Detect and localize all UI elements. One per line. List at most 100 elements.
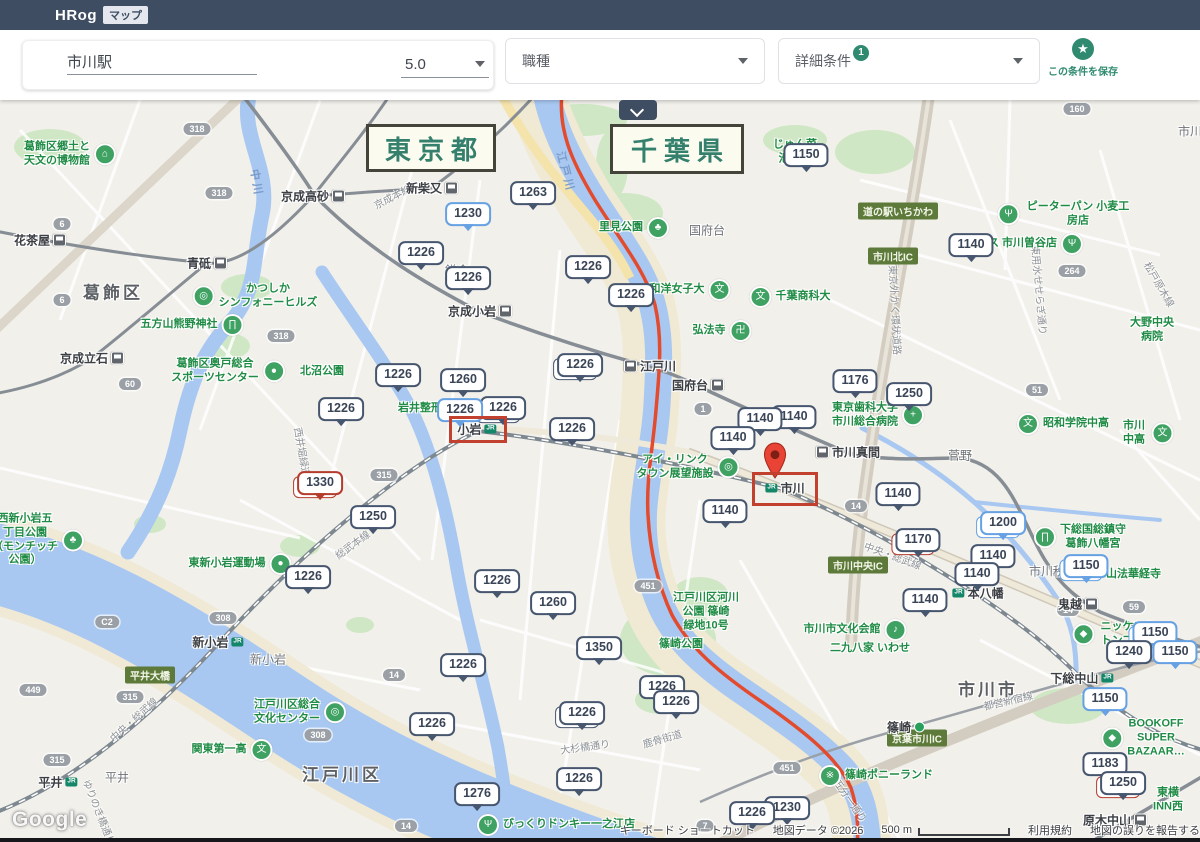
report-error-link[interactable]: 地図の誤りを報告する xyxy=(1090,822,1200,838)
poi-label: 文和洋女子大 xyxy=(650,279,731,301)
wage-marker[interactable]: 1226 xyxy=(285,565,331,589)
wage-marker[interactable]: 1140 xyxy=(702,499,747,523)
wage-marker[interactable]: 1226 xyxy=(445,266,491,290)
wage-marker[interactable]: 1226 xyxy=(653,690,699,714)
music-icon: ♪ xyxy=(885,619,907,641)
job-type-select[interactable]: 職種 xyxy=(505,38,765,84)
poi-name: ピーターパン 小麦工房店 xyxy=(1024,200,1133,228)
wage-marker[interactable]: 1260 xyxy=(530,591,576,615)
wage-marker[interactable]: 1140 xyxy=(902,588,947,612)
bottom-edge-strip xyxy=(0,838,1200,842)
mall-icon: ◆ xyxy=(1101,727,1123,749)
wage-marker[interactable]: 1150 xyxy=(1082,687,1127,711)
map-overlay: 1150126312301140122612261226122612261226… xyxy=(0,100,1200,842)
wage-marker[interactable]: 1226 xyxy=(549,417,595,441)
wage-marker[interactable]: 1250 xyxy=(350,505,396,529)
wage-marker[interactable]: 1226 xyxy=(556,767,602,791)
train-station-icon xyxy=(214,257,227,270)
wage-marker[interactable]: 1226 xyxy=(409,712,455,736)
wage-marker[interactable]: 1263 xyxy=(510,181,556,205)
poi-name: びっくりドンキー一之江店 xyxy=(503,818,635,832)
station-dot-icon xyxy=(914,722,925,733)
area-label: 平井 xyxy=(105,769,129,786)
brand-map-badge: マップ xyxy=(103,6,148,24)
wage-marker[interactable]: 1226 xyxy=(318,397,364,421)
wage-marker[interactable]: 1170 xyxy=(895,528,940,552)
rail-line-label: 松戸原木線 xyxy=(1141,259,1179,310)
station-label: 江戸川 xyxy=(624,358,676,375)
wage-marker[interactable]: 1226 xyxy=(474,569,520,593)
wage-marker[interactable]: 1226 xyxy=(557,353,603,377)
viewpoint-icon: ◎ xyxy=(718,456,740,478)
station-search-input[interactable] xyxy=(67,51,257,75)
route-shield: 318 xyxy=(205,187,232,199)
poi-name: 二九八家 いわせ xyxy=(830,642,910,656)
wage-marker[interactable]: 1230 xyxy=(445,202,491,226)
train-station-icon xyxy=(816,446,829,459)
wage-marker[interactable]: 1260 xyxy=(440,368,486,392)
area-label: 市川 xyxy=(1178,123,1200,140)
wage-marker[interactable]: 1150 xyxy=(1063,554,1108,578)
collapse-filters-button[interactable] xyxy=(619,100,657,120)
river-name-label: 中川 xyxy=(247,168,268,198)
station-label: 鬼越 xyxy=(1058,596,1098,613)
wage-marker[interactable]: 1226 xyxy=(565,255,611,279)
route-shield: 451 xyxy=(773,762,800,774)
restaurant-icon: Ψ xyxy=(1061,233,1083,255)
radius-select[interactable]: 5.0 xyxy=(401,51,489,78)
train-station-icon xyxy=(332,190,345,203)
station-name: 花茶屋 xyxy=(14,232,50,249)
wage-marker[interactable]: 1276 xyxy=(454,782,500,806)
poi-label: ◎かつしか シンフォニーヒルズ xyxy=(193,282,318,310)
station-label: 国府台 xyxy=(672,377,724,394)
wage-marker[interactable]: 1250 xyxy=(1100,771,1146,795)
route-shield: 160 xyxy=(1063,103,1090,115)
wage-marker[interactable]: 1150 xyxy=(783,143,828,167)
poi-name: 関東第一高 xyxy=(192,743,247,757)
wage-marker[interactable]: 1330 xyxy=(297,471,343,495)
star-icon: ★ xyxy=(1072,38,1094,60)
wage-marker[interactable]: 1150 xyxy=(1152,640,1197,664)
route-shield: 308 xyxy=(209,612,236,624)
map-canvas[interactable]: 1150126312301140122612261226122612261226… xyxy=(0,100,1200,842)
poi-label: ∏五方山熊野神社 xyxy=(141,314,244,336)
wage-marker[interactable]: 1140 xyxy=(875,482,920,506)
wage-marker[interactable]: 1140 xyxy=(954,562,999,586)
wage-marker[interactable]: 1176 xyxy=(832,369,877,393)
restaurant-icon: Ψ xyxy=(998,203,1020,225)
station-label: 市川真間 xyxy=(816,444,880,461)
wage-marker[interactable]: 1350 xyxy=(576,636,622,660)
poi-label: 岩井整形 xyxy=(398,402,442,416)
school-icon: 文 xyxy=(750,286,772,308)
station-name: 青砥 xyxy=(187,255,211,272)
park-icon: ♣ xyxy=(62,529,84,551)
poi-name: 市川市文化会館 xyxy=(804,623,881,637)
poi-label: ⌂葛飾区郷土と 天文の博物館 xyxy=(24,140,116,168)
poi-name: 岩井整形 xyxy=(398,402,442,416)
highlight-annotation-box xyxy=(449,416,507,443)
wage-marker[interactable]: 1226 xyxy=(608,283,654,307)
keyboard-shortcuts-link[interactable]: キーボード ショートカット xyxy=(620,822,755,838)
poi-name: 市川中高 xyxy=(1121,419,1148,447)
poi-label: 文昭和学院中高 xyxy=(1017,413,1109,435)
wage-marker[interactable]: 1140 xyxy=(948,233,993,257)
station-name: 京成立石 xyxy=(60,350,108,367)
station-label: 下総中山JR xyxy=(1050,670,1113,687)
route-shield: 451 xyxy=(634,580,661,592)
wage-marker[interactable]: 1226 xyxy=(398,241,444,265)
advanced-conditions-select[interactable]: 詳細条件1 xyxy=(778,38,1040,84)
poi-label: ●葛飾区奥戸総合 スポーツセンター xyxy=(171,357,285,385)
save-conditions-button[interactable]: ★ この条件を保存 xyxy=(1048,38,1118,78)
terms-link[interactable]: 利用規約 xyxy=(1028,822,1072,838)
wage-marker[interactable]: 1140 xyxy=(710,426,755,450)
wage-marker[interactable]: 1240 xyxy=(1106,640,1152,664)
wage-marker[interactable]: 1226 xyxy=(440,653,486,677)
poi-label: 篠崎公園 xyxy=(659,638,703,652)
wage-marker[interactable]: 1250 xyxy=(886,382,932,406)
station-label: 篠崎 xyxy=(887,719,925,736)
culture-icon: ◎ xyxy=(324,701,346,723)
poi-label: ♪ 市川市文化会館 xyxy=(804,619,907,641)
wage-marker[interactable]: 1226 xyxy=(559,701,605,725)
wage-marker[interactable]: 1226 xyxy=(375,363,421,387)
wage-marker[interactable]: 1200 xyxy=(980,511,1026,535)
